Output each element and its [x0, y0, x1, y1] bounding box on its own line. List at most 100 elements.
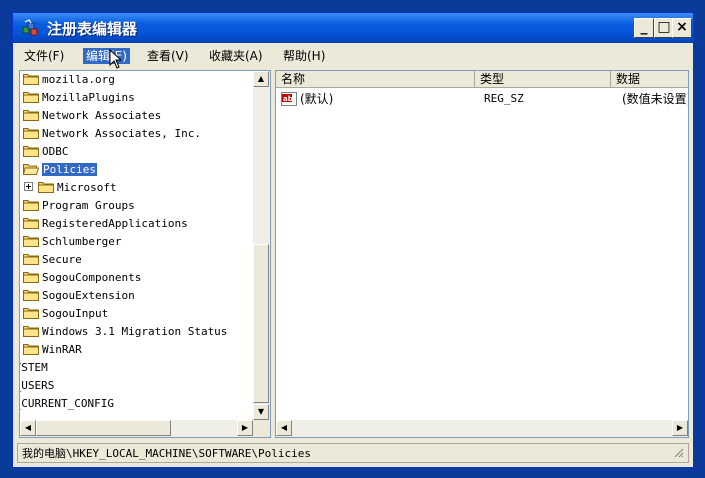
arrow-up-icon: ▲ [257, 74, 265, 83]
window-title: 注册表编辑器 [47, 20, 138, 38]
list-scroll-left-button[interactable]: ◀ [276, 420, 292, 436]
expand-plus-icon[interactable] [24, 182, 33, 191]
tree-item-label: MozillaPlugins [42, 91, 135, 104]
key-tree-pane[interactable]: mozilla.org MozillaPlugins Network Associa… [19, 70, 271, 438]
tree-item-label: Microsoft [57, 181, 117, 194]
regedit-icon [22, 19, 38, 36]
arrow-right-icon: ▶ [676, 423, 684, 432]
tree-item[interactable]: Network Associates, Inc. [23, 125, 201, 143]
list-horizontal-scrollbar[interactable]: ◀ ▶ [276, 420, 688, 437]
tree-horizontal-scrollbar[interactable]: ◀ ▶ [20, 420, 253, 437]
value-type: REG_SZ [484, 92, 524, 105]
tree-item[interactable]: SogouComponents [23, 269, 141, 287]
tree-vscroll-thumb[interactable] [253, 244, 269, 403]
tree-item[interactable]: Secure [23, 251, 82, 269]
tree-item[interactable]: Y_CURRENT_CONFIG [20, 395, 114, 413]
tree-item-label: RegisteredApplications [42, 217, 188, 230]
minimize-button[interactable]: _ [634, 18, 654, 38]
scroll-up-button[interactable]: ▲ [253, 71, 269, 87]
folder-icon [23, 307, 39, 319]
column-header-data[interactable]: 数据 [611, 71, 688, 88]
title-bar[interactable]: 注册表编辑器 _ □ × [13, 13, 693, 43]
arrow-right-icon: ▶ [241, 423, 249, 432]
tree-item-label: Y_CURRENT_CONFIG [20, 397, 114, 410]
tree-item-label: SYSTEM [20, 361, 48, 374]
scroll-right-button[interactable]: ▶ [237, 420, 253, 436]
tree-item[interactable]: MozillaPlugins [23, 89, 135, 107]
tree-item[interactable]: SYSTEM [20, 359, 48, 377]
tree-item-label: Secure [42, 253, 82, 266]
status-bar: 我的电脑\HKEY_LOCAL_MACHINE\SOFTWARE\Policie… [17, 443, 689, 463]
value-data: (数值未设置) [622, 92, 689, 106]
folder-icon [23, 325, 39, 337]
close-button[interactable]: × [672, 18, 692, 38]
minimize-icon: _ [640, 19, 648, 35]
tree-item-label: Network Associates, Inc. [42, 127, 201, 140]
tree-item[interactable]: mozilla.org [23, 71, 115, 89]
value-name: (默认) [300, 92, 334, 106]
string-value-icon: ab [281, 92, 297, 106]
tree-item[interactable]: Schlumberger [23, 233, 121, 251]
regedit-window: 注册表编辑器 _ □ × 文件(F) 编辑(E) 查看(V) 收藏夹(A) 帮助… [12, 12, 694, 468]
svg-text:ab: ab [283, 95, 293, 103]
folder-icon [23, 91, 39, 103]
tree-item[interactable]: WinRAR [23, 341, 82, 359]
tree-item[interactable]: Network Associates [23, 107, 161, 125]
tree-item[interactable]: SogouExtension [23, 287, 135, 305]
tree-item[interactable]: Y_USERS [20, 377, 55, 395]
tree-item-label: SogouComponents [42, 271, 142, 284]
values-list-pane[interactable]: 名称 类型 数据 ab (默认) REG_SZ (数值未设置) ◀ ▶ [275, 70, 689, 438]
folder-icon [38, 181, 54, 193]
tree-item-label: Network Associates [42, 109, 162, 122]
folder-icon [23, 235, 39, 247]
folder-open-icon [23, 163, 39, 175]
tree-item-label: Y_USERS [20, 379, 55, 392]
tree-item-label: Windows 3.1 Migration Status [42, 325, 228, 338]
tree-item[interactable]: SogouInput [23, 305, 108, 323]
tree-item[interactable]: Microsoft [24, 179, 117, 197]
folder-icon [23, 145, 39, 157]
close-icon: × [676, 19, 688, 35]
tree-item-label: WinRAR [42, 343, 82, 356]
scroll-left-button[interactable]: ◀ [20, 420, 36, 436]
folder-icon [23, 289, 39, 301]
menu-help[interactable]: 帮助(H) [280, 48, 328, 64]
folder-icon [23, 127, 39, 139]
tree-item[interactable]: RegisteredApplications [23, 215, 188, 233]
arrow-down-icon: ▼ [257, 407, 265, 416]
menu-view[interactable]: 查看(V) [144, 48, 192, 64]
scroll-down-button[interactable]: ▼ [253, 404, 269, 420]
resize-grip-icon[interactable] [672, 446, 684, 458]
menu-favorites[interactable]: 收藏夹(A) [206, 48, 266, 64]
folder-icon [23, 217, 39, 229]
tree-item[interactable]: Program Groups [23, 197, 135, 215]
tree-item[interactable]: Policies [23, 161, 97, 179]
arrow-left-icon: ◀ [24, 423, 32, 432]
column-header-name[interactable]: 名称 [276, 71, 475, 88]
menu-file[interactable]: 文件(F) [21, 48, 67, 64]
tree-hscroll-thumb[interactable] [36, 420, 171, 436]
arrow-left-icon: ◀ [280, 423, 288, 432]
tree-item-label: SogouInput [42, 307, 109, 320]
folder-icon [23, 343, 39, 355]
folder-icon [23, 109, 39, 121]
mouse-cursor-icon [109, 49, 123, 69]
scrollbar-corner [253, 420, 270, 437]
tree-item-label: mozilla.org [42, 73, 115, 86]
tree-item-label: ODBC [42, 145, 69, 158]
column-header-type[interactable]: 类型 [475, 71, 611, 88]
tree-item-label: Program Groups [42, 199, 135, 212]
tree-item-label: Policies [42, 163, 97, 176]
tree-vertical-scrollbar[interactable]: ▲ ▼ [253, 71, 270, 420]
maximize-button[interactable]: □ [654, 18, 674, 38]
tree-item[interactable]: Windows 3.1 Migration Status [23, 323, 227, 341]
tree-item[interactable]: ODBC [23, 143, 69, 161]
tree-item-label: Schlumberger [42, 235, 122, 248]
folder-icon [23, 271, 39, 283]
list-scroll-right-button[interactable]: ▶ [672, 420, 688, 436]
folder-icon [23, 253, 39, 265]
maximize-icon: □ [657, 19, 671, 35]
tree-item-label: SogouExtension [42, 289, 135, 302]
folder-icon [23, 199, 39, 211]
status-path: 我的电脑\HKEY_LOCAL_MACHINE\SOFTWARE\Policie… [22, 447, 312, 460]
